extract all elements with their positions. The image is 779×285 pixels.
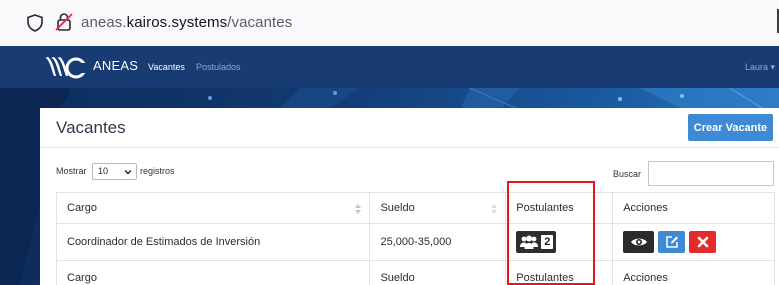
app-navbar: ANEAS Vacantes Postulados Laura ▾ (0, 46, 779, 88)
cell-cargo: Coordinador de Estimados de Inversión (55, 223, 371, 261)
page-length-value: 10 (98, 166, 109, 176)
create-vacancy-button[interactable]: Crear Vacante (688, 114, 773, 141)
nav-vacantes[interactable]: Vacantes (148, 62, 185, 72)
search-input[interactable] (648, 161, 774, 186)
url-path: /vacantes (227, 14, 293, 31)
card-header: Vacantes Crear Vacante (40, 108, 779, 148)
nav-postulados[interactable]: Postulados (196, 62, 241, 72)
footer-cargo: Cargo (55, 260, 371, 285)
browser-url-bar[interactable]: aneas.kairos.systems/vacantes (0, 0, 779, 46)
records-label: registros (140, 166, 175, 176)
page-length-select[interactable]: 10 (92, 163, 137, 180)
table-row: Coordinador de Estimados de Inversión 25… (55, 223, 775, 261)
edit-icon (666, 236, 678, 248)
url-text[interactable]: aneas.kairos.systems/vacantes (81, 14, 292, 31)
user-menu[interactable]: Laura ▾ (745, 62, 775, 73)
header-cargo[interactable]: Cargo (55, 192, 371, 224)
page-title: Vacantes (56, 118, 126, 137)
cell-sueldo: 25,000-35,000 (369, 223, 507, 261)
eye-icon (630, 238, 647, 246)
close-icon (697, 236, 709, 248)
view-button[interactable] (623, 231, 655, 253)
aneas-logo (45, 57, 88, 79)
highlight-annotation (507, 181, 595, 285)
delete-button[interactable] (689, 231, 717, 253)
url-prefix: aneas. (81, 14, 127, 31)
chevron-down-icon (124, 170, 132, 175)
url-host: kairos.systems (126, 14, 228, 31)
header-sueldo[interactable]: Sueldo (369, 192, 507, 224)
sort-icon (491, 204, 498, 214)
brand-name[interactable]: ANEAS (93, 58, 138, 73)
shield-icon[interactable] (27, 14, 43, 32)
show-label: Mostrar (56, 166, 87, 176)
header-acciones-label: Acciones (623, 202, 668, 214)
header-sueldo-label: Sueldo (380, 202, 415, 214)
header-acciones: Acciones (612, 192, 775, 224)
vacantes-card: Vacantes Crear Vacante Mostrar 10 regist… (40, 108, 779, 285)
sort-icon (355, 204, 362, 214)
footer-sueldo: Sueldo (369, 260, 507, 285)
cell-acciones (612, 223, 775, 261)
table-footer-row: Cargo Sueldo Postulantes Acciones (55, 260, 775, 285)
user-name: Laura (744, 62, 768, 72)
table-header-row: Cargo Sueldo Postulantes Acciones (55, 192, 775, 224)
search-label: Buscar (613, 169, 642, 179)
edit-button[interactable] (658, 231, 686, 253)
vacancies-table: Cargo Sueldo Postulantes Acciones Coordi… (55, 192, 775, 285)
tracking-protection-icon[interactable] (55, 12, 73, 32)
header-cargo-label: Cargo (67, 202, 97, 214)
footer-acciones: Acciones (612, 260, 775, 285)
